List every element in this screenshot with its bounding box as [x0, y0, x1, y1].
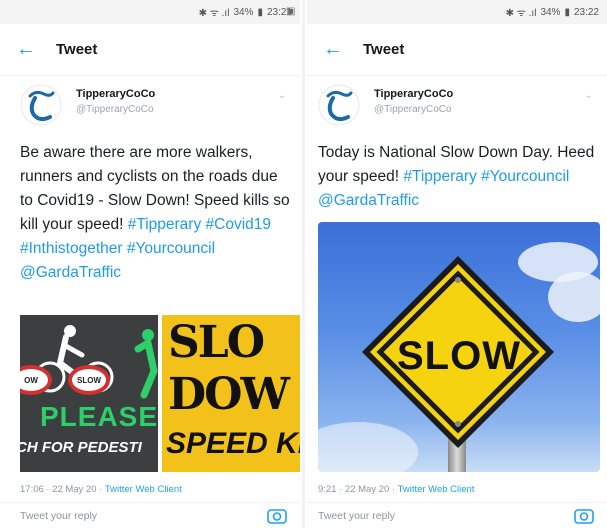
tweet-author[interactable]: TipperaryCoCo @TipperaryCoCo ⌄ [20, 84, 290, 132]
tipperary-logo-icon [20, 84, 62, 126]
sign-speed-2: SLOW [68, 365, 110, 395]
tweet-media[interactable]: OW SLOW PLEASE CH FOR PEDESTI SLO DOW SP… [20, 315, 300, 472]
author-handle: @TipperaryCoCo [374, 104, 452, 115]
reply-bar: Tweet your reply [0, 502, 300, 528]
tweet-client-link[interactable]: Twitter Web Client [398, 484, 475, 495]
author-name[interactable]: TipperaryCoCo [76, 88, 155, 100]
avatar[interactable] [318, 84, 360, 126]
status-icons: ✱ ᯤ .ıl [505, 8, 537, 19]
back-arrow-icon[interactable]: ← [0, 38, 40, 61]
status-icons: ✱ ᯤ .ıl [198, 8, 230, 19]
status-time: 23:22 [573, 6, 599, 18]
tweet-timestamp: 17:06 · 22 May 20 · [20, 484, 105, 495]
status-bar: ✱ ᯤ .ıl 34% ▮ 23:22 [307, 0, 607, 24]
author-handle: @TipperaryCoCo [76, 104, 154, 115]
hashtag-link[interactable]: #Inthistogether [20, 240, 123, 257]
media-image-slow-sign[interactable]: SLOW [318, 222, 600, 472]
reply-input[interactable]: Tweet your reply [20, 510, 266, 522]
tweet-text: Be aware there are more walkers, runners… [20, 141, 290, 285]
tweet-panel-right: ✱ ᯤ .ıl 34% ▮ 23:22 ← Tweet TipperaryCoC… [307, 0, 607, 528]
hashtag-link[interactable]: #Tipperary [403, 168, 477, 185]
top-bar: ← Tweet [0, 24, 300, 76]
sign-text: SLOW [397, 334, 521, 378]
hashtag-link[interactable]: #Covid19 [206, 216, 272, 233]
hashtag-link[interactable]: #Yourcouncil [127, 240, 215, 257]
media-image-slow-down[interactable]: SLO DOW SPEED KI [162, 315, 300, 472]
page-title: Tweet [363, 41, 405, 58]
tweet-client-link[interactable]: Twitter Web Client [105, 484, 182, 495]
media-line-pedestrians: CH FOR PEDESTI [20, 439, 142, 456]
tweet-panel-left: ✱ ᯤ .ıl 34% ▮ 23:21 ▣ ← Tweet TipperaryC… [0, 0, 300, 528]
top-bar: ← Tweet [307, 24, 607, 76]
gallery-icon: ▣ [286, 6, 296, 17]
panel-divider [302, 0, 305, 528]
hashtag-link[interactable]: @GardaTraffic [318, 192, 419, 209]
battery-icon: ▮ [564, 6, 570, 18]
media-line-2: DOW [168, 369, 290, 420]
tipperary-logo-icon [318, 84, 360, 126]
status-bar: ✱ ᯤ .ıl 34% ▮ 23:21 ▣ [0, 0, 300, 24]
reply-bar: Tweet your reply [307, 502, 607, 528]
battery-level: 34% [233, 6, 254, 18]
author-name[interactable]: TipperaryCoCo [374, 88, 453, 100]
camera-icon[interactable] [573, 507, 595, 525]
hashtag-link[interactable]: @GardaTraffic [20, 264, 121, 281]
hashtag-link[interactable]: #Yourcouncil [481, 168, 569, 185]
tweet-author[interactable]: TipperaryCoCo @TipperaryCoCo ⌄ [318, 84, 597, 132]
tweet-meta: 17:06 · 22 May 20 · Twitter Web Client [20, 484, 182, 495]
camera-icon[interactable] [266, 507, 288, 525]
media-word-please: PLEASE [40, 401, 158, 432]
media-image-pedestrians[interactable]: OW SLOW PLEASE CH FOR PEDESTI [20, 315, 158, 472]
chevron-down-icon[interactable]: ⌄ [585, 90, 593, 101]
hashtag-link[interactable]: #Tipperary [128, 216, 202, 233]
tweet-timestamp: 9:21 · 22 May 20 · [318, 484, 398, 495]
battery-icon: ▮ [257, 6, 263, 18]
page-title: Tweet [56, 41, 98, 58]
reply-input[interactable]: Tweet your reply [318, 510, 573, 522]
tweet-text: Today is National Slow Down Day. Heed yo… [318, 141, 597, 213]
chevron-down-icon[interactable]: ⌄ [278, 90, 286, 101]
tweet-meta: 9:21 · 22 May 20 · Twitter Web Client [318, 484, 474, 495]
media-line-1: SLO [168, 317, 265, 368]
media-line-3: SPEED KI [166, 427, 300, 460]
avatar[interactable] [20, 84, 62, 126]
battery-level: 34% [540, 6, 561, 18]
back-arrow-icon[interactable]: ← [307, 38, 347, 61]
